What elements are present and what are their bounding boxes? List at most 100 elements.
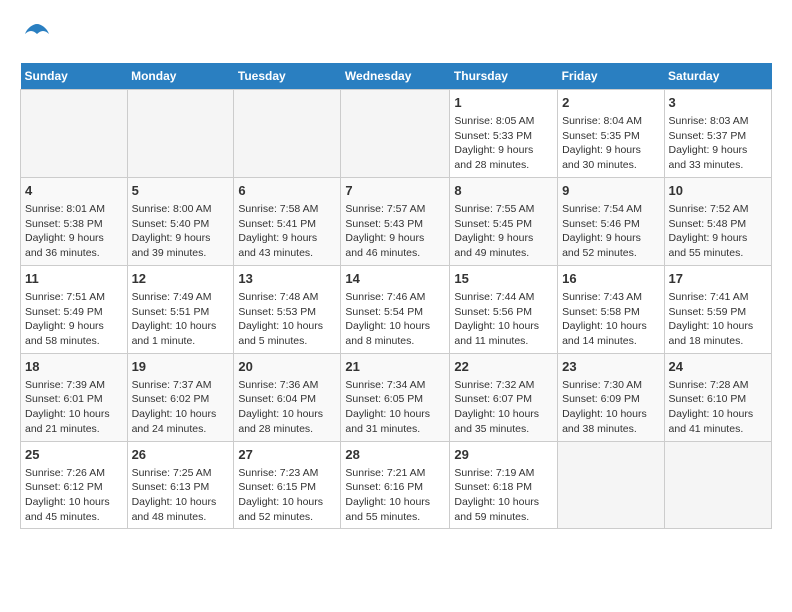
day-number: 21 xyxy=(345,358,445,376)
week-row-3: 11 Sunrise: 7:51 AM Sunset: 5:49 PM Dayli… xyxy=(21,265,772,353)
calendar-cell: 6 Sunrise: 7:58 AM Sunset: 5:41 PM Daylig… xyxy=(234,177,341,265)
calendar-cell: 14 Sunrise: 7:46 AM Sunset: 5:54 PM Dayli… xyxy=(341,265,450,353)
day-number: 27 xyxy=(238,446,336,464)
day-info: Sunrise: 7:57 AM Sunset: 5:43 PM Dayligh… xyxy=(345,202,445,261)
calendar-cell: 29 Sunrise: 7:19 AM Sunset: 6:18 PM Dayli… xyxy=(450,441,558,529)
day-number: 15 xyxy=(454,270,553,288)
day-info: Sunrise: 7:30 AM Sunset: 6:09 PM Dayligh… xyxy=(562,378,659,437)
calendar-cell xyxy=(21,89,128,177)
day-number: 11 xyxy=(25,270,123,288)
day-info: Sunrise: 7:49 AM Sunset: 5:51 PM Dayligh… xyxy=(132,290,230,349)
calendar-cell xyxy=(234,89,341,177)
day-info: Sunrise: 7:46 AM Sunset: 5:54 PM Dayligh… xyxy=(345,290,445,349)
logo-bird-icon xyxy=(23,20,51,48)
calendar-cell: 11 Sunrise: 7:51 AM Sunset: 5:49 PM Dayli… xyxy=(21,265,128,353)
calendar-cell: 1 Sunrise: 8:05 AM Sunset: 5:33 PM Daylig… xyxy=(450,89,558,177)
calendar-cell: 21Sunrise: 7:34 AM Sunset: 6:05 PM Dayli… xyxy=(341,353,450,441)
day-number: 2 xyxy=(562,94,659,112)
day-number: 4 xyxy=(25,182,123,200)
day-number: 5 xyxy=(132,182,230,200)
calendar-cell: 22 Sunrise: 7:32 AM Sunset: 6:07 PM Dayli… xyxy=(450,353,558,441)
day-info: Sunrise: 8:04 AM Sunset: 5:35 PM Dayligh… xyxy=(562,114,659,173)
day-info: Sunrise: 8:01 AM Sunset: 5:38 PM Dayligh… xyxy=(25,202,123,261)
day-info: Sunrise: 7:21 AM Sunset: 6:16 PM Dayligh… xyxy=(345,466,445,525)
day-number: 17 xyxy=(669,270,767,288)
calendar-cell: 20 Sunrise: 7:36 AM Sunset: 6:04 PM Dayli… xyxy=(234,353,341,441)
day-number: 8 xyxy=(454,182,553,200)
calendar-cell: 25Sunrise: 7:26 AM Sunset: 6:12 PM Dayli… xyxy=(21,441,128,529)
calendar-cell: 15Sunrise: 7:44 AM Sunset: 5:56 PM Dayli… xyxy=(450,265,558,353)
week-row-5: 25Sunrise: 7:26 AM Sunset: 6:12 PM Dayli… xyxy=(21,441,772,529)
day-info: Sunrise: 7:25 AM Sunset: 6:13 PM Dayligh… xyxy=(132,466,230,525)
day-info: Sunrise: 8:05 AM Sunset: 5:33 PM Dayligh… xyxy=(454,114,553,173)
calendar-cell xyxy=(341,89,450,177)
calendar-cell: 3Sunrise: 8:03 AM Sunset: 5:37 PM Daylig… xyxy=(664,89,771,177)
day-number: 20 xyxy=(238,358,336,376)
week-row-1: 1 Sunrise: 8:05 AM Sunset: 5:33 PM Daylig… xyxy=(21,89,772,177)
col-header-friday: Friday xyxy=(558,63,664,90)
day-number: 13 xyxy=(238,270,336,288)
day-number: 28 xyxy=(345,446,445,464)
page-header xyxy=(20,20,772,53)
calendar-cell: 28 Sunrise: 7:21 AM Sunset: 6:16 PM Dayli… xyxy=(341,441,450,529)
day-number: 29 xyxy=(454,446,553,464)
day-info: Sunrise: 7:36 AM Sunset: 6:04 PM Dayligh… xyxy=(238,378,336,437)
day-number: 23 xyxy=(562,358,659,376)
calendar-cell: 17 Sunrise: 7:41 AM Sunset: 5:59 PM Dayli… xyxy=(664,265,771,353)
day-info: Sunrise: 7:48 AM Sunset: 5:53 PM Dayligh… xyxy=(238,290,336,349)
calendar-cell xyxy=(664,441,771,529)
day-info: Sunrise: 8:00 AM Sunset: 5:40 PM Dayligh… xyxy=(132,202,230,261)
day-info: Sunrise: 7:58 AM Sunset: 5:41 PM Dayligh… xyxy=(238,202,336,261)
day-number: 19 xyxy=(132,358,230,376)
day-info: Sunrise: 8:03 AM Sunset: 5:37 PM Dayligh… xyxy=(669,114,767,173)
day-number: 16 xyxy=(562,270,659,288)
day-info: Sunrise: 7:19 AM Sunset: 6:18 PM Dayligh… xyxy=(454,466,553,525)
header-row: SundayMondayTuesdayWednesdayThursdayFrid… xyxy=(21,63,772,90)
day-number: 26 xyxy=(132,446,230,464)
calendar-cell: 16 Sunrise: 7:43 AM Sunset: 5:58 PM Dayli… xyxy=(558,265,664,353)
calendar-cell: 7 Sunrise: 7:57 AM Sunset: 5:43 PM Daylig… xyxy=(341,177,450,265)
day-info: Sunrise: 7:32 AM Sunset: 6:07 PM Dayligh… xyxy=(454,378,553,437)
day-number: 14 xyxy=(345,270,445,288)
col-header-tuesday: Tuesday xyxy=(234,63,341,90)
col-header-monday: Monday xyxy=(127,63,234,90)
calendar-cell xyxy=(127,89,234,177)
day-info: Sunrise: 7:55 AM Sunset: 5:45 PM Dayligh… xyxy=(454,202,553,261)
day-number: 22 xyxy=(454,358,553,376)
calendar-cell: 23 Sunrise: 7:30 AM Sunset: 6:09 PM Dayli… xyxy=(558,353,664,441)
logo-text xyxy=(20,20,51,53)
day-info: Sunrise: 7:26 AM Sunset: 6:12 PM Dayligh… xyxy=(25,466,123,525)
day-number: 18 xyxy=(25,358,123,376)
day-info: Sunrise: 7:54 AM Sunset: 5:46 PM Dayligh… xyxy=(562,202,659,261)
day-number: 6 xyxy=(238,182,336,200)
day-number: 7 xyxy=(345,182,445,200)
day-info: Sunrise: 7:39 AM Sunset: 6:01 PM Dayligh… xyxy=(25,378,123,437)
col-header-thursday: Thursday xyxy=(450,63,558,90)
calendar-cell: 4 Sunrise: 8:01 AM Sunset: 5:38 PM Daylig… xyxy=(21,177,128,265)
day-number: 9 xyxy=(562,182,659,200)
day-info: Sunrise: 7:52 AM Sunset: 5:48 PM Dayligh… xyxy=(669,202,767,261)
calendar-cell: 10Sunrise: 7:52 AM Sunset: 5:48 PM Dayli… xyxy=(664,177,771,265)
calendar-table: SundayMondayTuesdayWednesdayThursdayFrid… xyxy=(20,63,772,530)
week-row-4: 18 Sunrise: 7:39 AM Sunset: 6:01 PM Dayli… xyxy=(21,353,772,441)
calendar-cell: 27 Sunrise: 7:23 AM Sunset: 6:15 PM Dayli… xyxy=(234,441,341,529)
day-info: Sunrise: 7:43 AM Sunset: 5:58 PM Dayligh… xyxy=(562,290,659,349)
day-number: 24 xyxy=(669,358,767,376)
day-info: Sunrise: 7:51 AM Sunset: 5:49 PM Dayligh… xyxy=(25,290,123,349)
calendar-cell xyxy=(558,441,664,529)
logo xyxy=(20,20,51,53)
calendar-cell: 13 Sunrise: 7:48 AM Sunset: 5:53 PM Dayli… xyxy=(234,265,341,353)
calendar-cell: 9 Sunrise: 7:54 AM Sunset: 5:46 PM Daylig… xyxy=(558,177,664,265)
day-info: Sunrise: 7:23 AM Sunset: 6:15 PM Dayligh… xyxy=(238,466,336,525)
calendar-cell: 8 Sunrise: 7:55 AM Sunset: 5:45 PM Daylig… xyxy=(450,177,558,265)
week-row-2: 4 Sunrise: 8:01 AM Sunset: 5:38 PM Daylig… xyxy=(21,177,772,265)
day-info: Sunrise: 7:41 AM Sunset: 5:59 PM Dayligh… xyxy=(669,290,767,349)
calendar-cell: 24 Sunrise: 7:28 AM Sunset: 6:10 PM Dayli… xyxy=(664,353,771,441)
day-number: 1 xyxy=(454,94,553,112)
calendar-cell: 12 Sunrise: 7:49 AM Sunset: 5:51 PM Dayli… xyxy=(127,265,234,353)
day-number: 12 xyxy=(132,270,230,288)
calendar-cell: 19 Sunrise: 7:37 AM Sunset: 6:02 PM Dayli… xyxy=(127,353,234,441)
day-info: Sunrise: 7:37 AM Sunset: 6:02 PM Dayligh… xyxy=(132,378,230,437)
col-header-saturday: Saturday xyxy=(664,63,771,90)
day-info: Sunrise: 7:28 AM Sunset: 6:10 PM Dayligh… xyxy=(669,378,767,437)
